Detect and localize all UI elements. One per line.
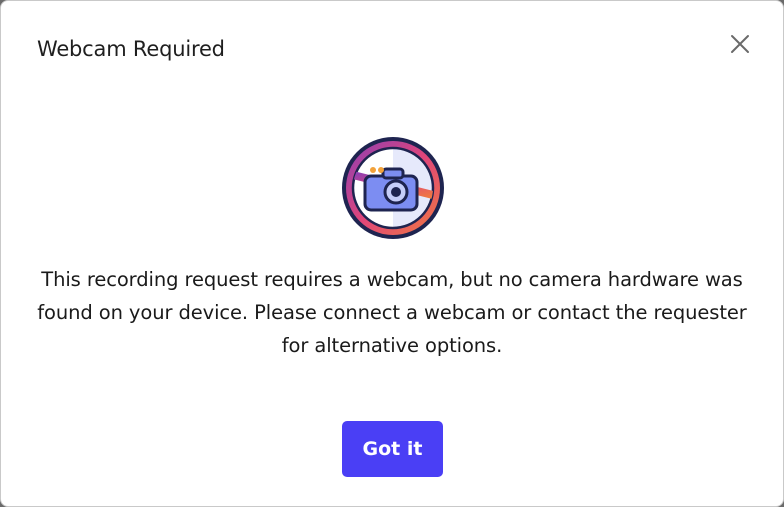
dialog-title: Webcam Required bbox=[37, 37, 225, 61]
webcam-required-dialog: Webcam Required This recording request r… bbox=[0, 0, 784, 507]
dialog-message: This recording request requires a webcam… bbox=[37, 268, 747, 357]
got-it-button[interactable]: Got it bbox=[342, 421, 443, 477]
close-button[interactable] bbox=[725, 29, 755, 59]
close-icon bbox=[731, 35, 749, 53]
no-camera-icon bbox=[339, 134, 447, 242]
